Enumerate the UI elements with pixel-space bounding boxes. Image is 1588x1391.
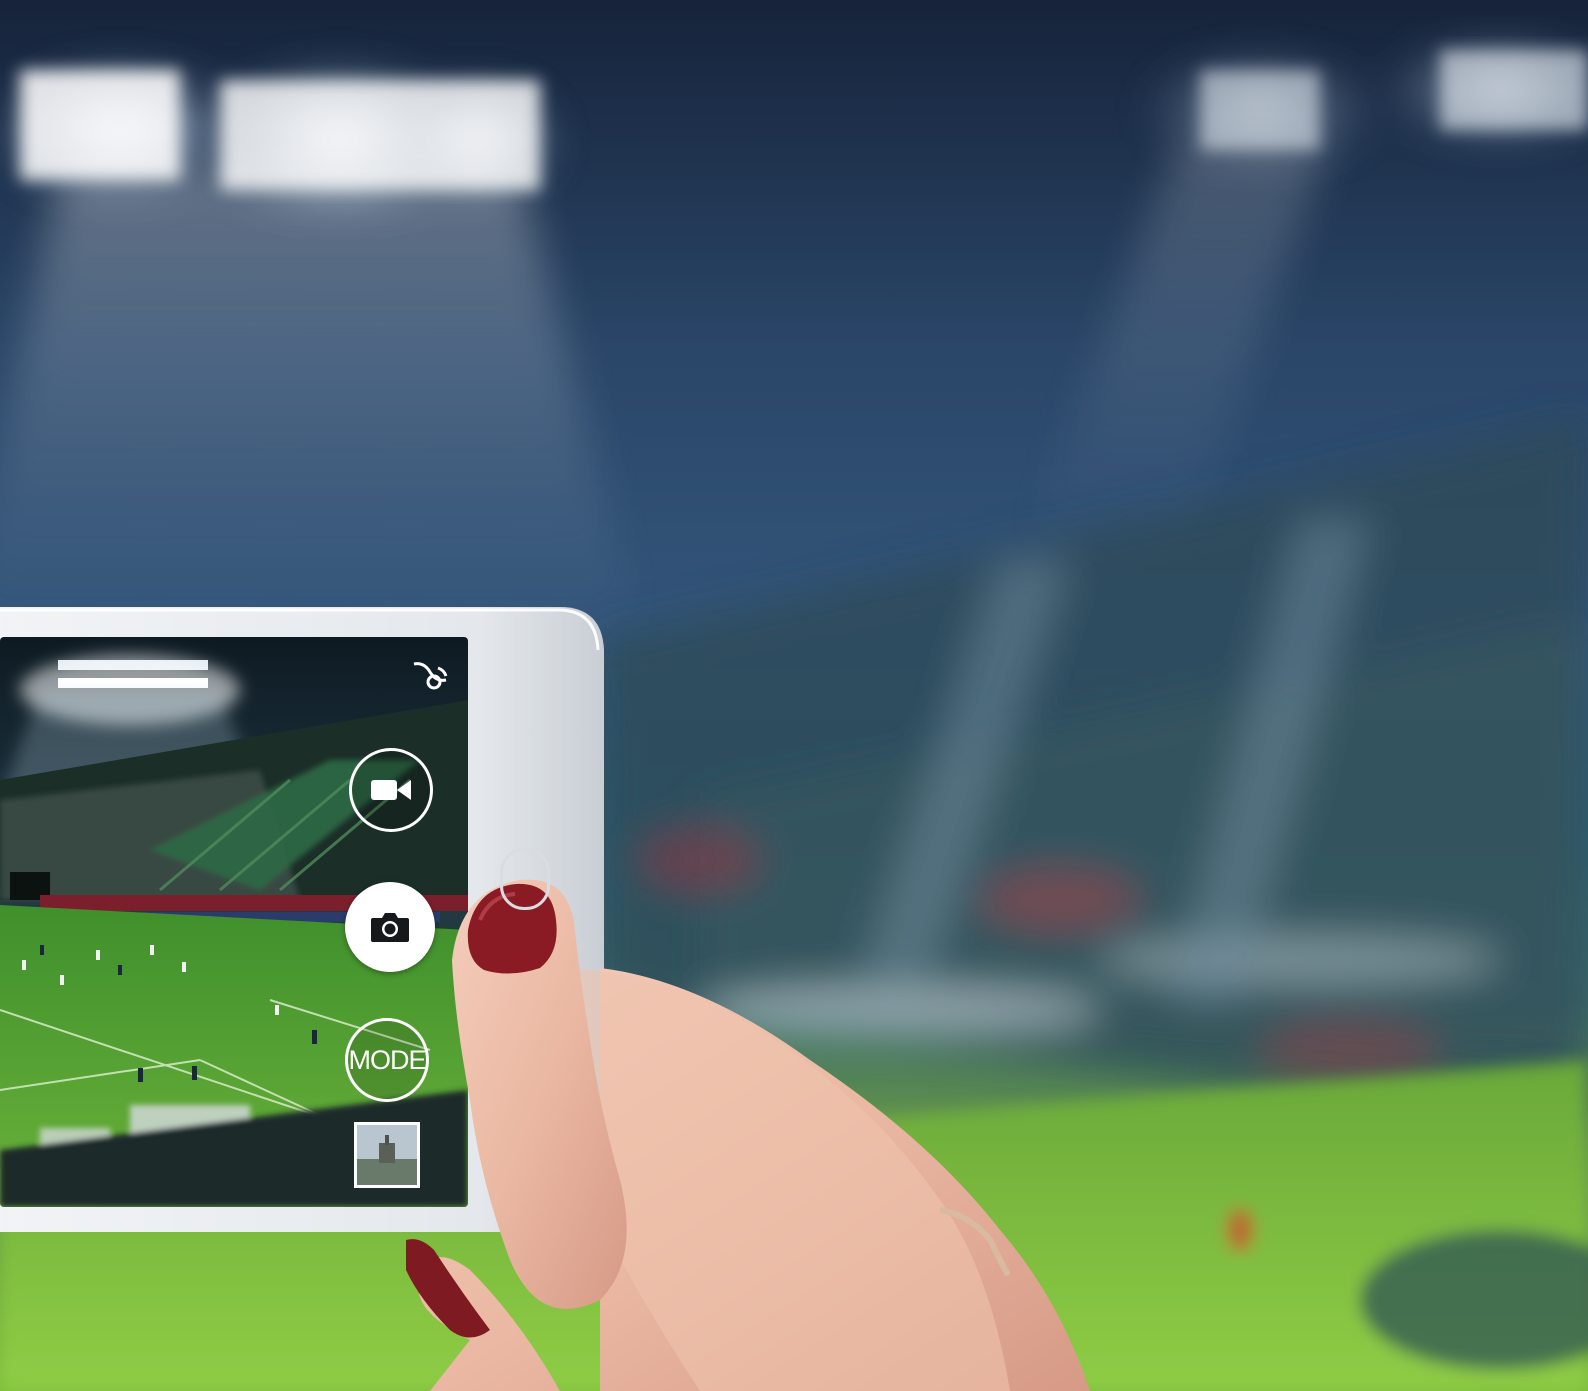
video-camera-icon: [371, 780, 411, 800]
mode-button[interactable]: MODE: [345, 1018, 429, 1102]
mode-label: MODE: [348, 1044, 427, 1075]
shutter-button[interactable]: [345, 882, 435, 972]
settings-icon[interactable]: [408, 658, 452, 698]
gallery-thumbnail[interactable]: [354, 1122, 420, 1188]
camera-icon: [371, 913, 409, 942]
video-record-button[interactable]: [349, 748, 433, 832]
thumbnail-image: [357, 1125, 417, 1185]
phone-home-button[interactable]: [500, 848, 550, 910]
stadium-photo: [0, 0, 1588, 1391]
